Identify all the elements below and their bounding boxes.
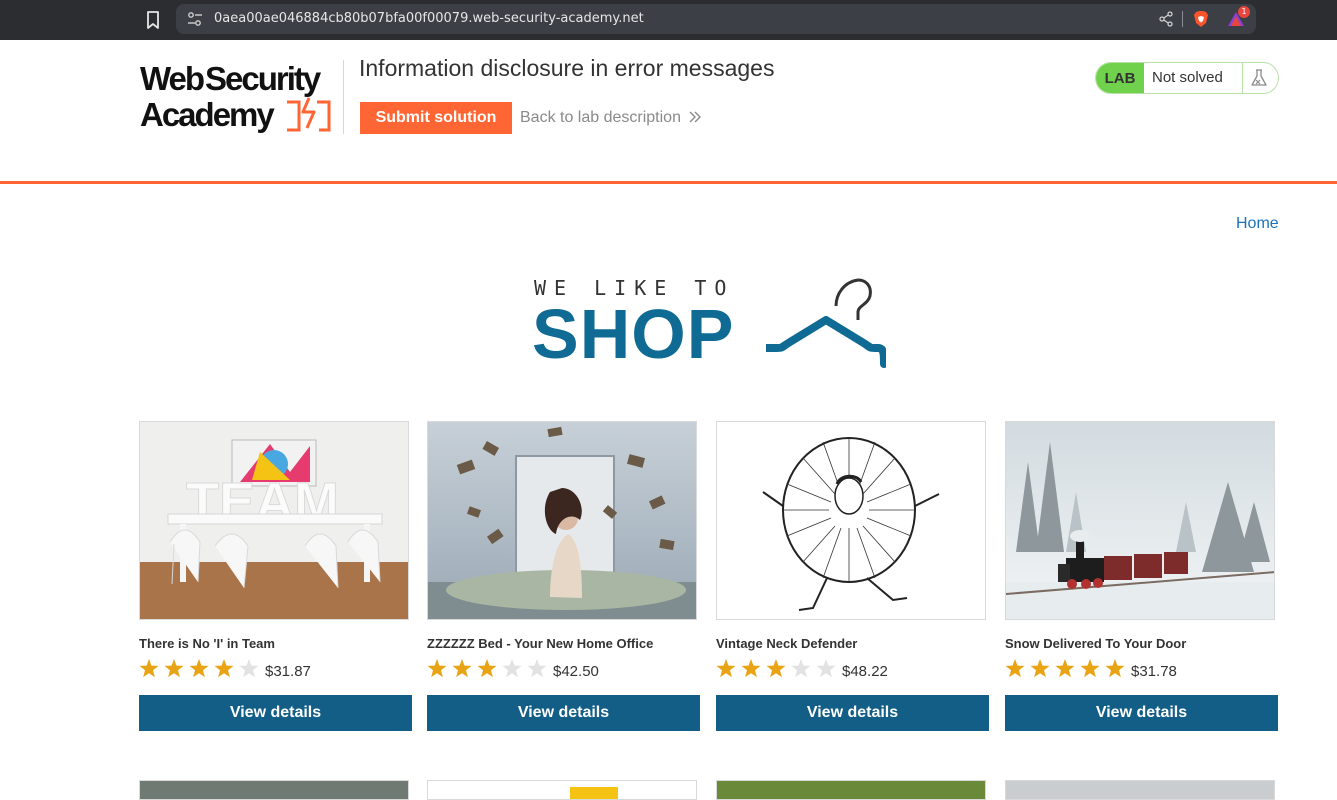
logo-divider <box>343 60 344 134</box>
url-divider <box>1182 11 1183 27</box>
star-empty-icon <box>816 659 836 678</box>
star-filled-icon <box>1055 659 1075 678</box>
product-price: $48.22 <box>842 663 888 680</box>
star-filled-icon <box>477 659 497 678</box>
star-rating <box>139 659 259 678</box>
product-image <box>427 780 697 800</box>
home-link[interactable]: Home <box>1236 215 1279 233</box>
star-rating <box>1005 659 1125 678</box>
url-text[interactable]: 0aea00ae046884cb80b07bfa00f00079.web-sec… <box>214 11 644 26</box>
share-icon[interactable] <box>1158 11 1174 27</box>
star-filled-icon <box>164 659 184 678</box>
star-filled-icon <box>427 659 447 678</box>
star-rating <box>427 659 547 678</box>
star-filled-icon <box>1005 659 1025 678</box>
lab-title: Information disclosure in error messages <box>359 55 775 81</box>
shop-banner: WE LIKE TO SHOP <box>532 276 886 373</box>
star-filled-icon <box>741 659 761 678</box>
product-image <box>716 780 986 800</box>
product-name: ZZZZZZ Bed - Your New Home Office <box>427 636 654 651</box>
star-empty-icon <box>239 659 259 678</box>
product-name: Snow Delivered To Your Door <box>1005 636 1187 651</box>
star-rating <box>716 659 836 678</box>
web-security-academy-logo[interactable]: Web Security Academy <box>139 60 341 134</box>
bookmark-icon[interactable] <box>144 10 162 30</box>
star-empty-icon <box>527 659 547 678</box>
star-filled-icon <box>1105 659 1125 678</box>
product-image <box>1005 780 1275 800</box>
product-image <box>427 421 697 620</box>
star-filled-icon <box>716 659 736 678</box>
rewards-badge: 1 <box>1238 6 1250 18</box>
star-empty-icon <box>502 659 522 678</box>
svg-text:Web: Web <box>140 60 204 97</box>
view-details-button[interactable]: View details <box>716 695 989 731</box>
product-image <box>716 421 986 620</box>
star-filled-icon <box>139 659 159 678</box>
star-filled-icon <box>214 659 234 678</box>
banner-word: SHOP <box>532 295 735 373</box>
back-to-lab-description-link[interactable]: Back to lab description <box>520 109 681 127</box>
star-filled-icon <box>452 659 472 678</box>
star-filled-icon <box>1080 659 1100 678</box>
star-filled-icon <box>1030 659 1050 678</box>
star-filled-icon <box>189 659 209 678</box>
product-price: $31.87 <box>265 663 311 680</box>
lab-status-widget[interactable]: LAB Not solved <box>1095 62 1279 94</box>
double-chevron-right-icon[interactable] <box>688 110 702 124</box>
product-name: There is No 'I' in Team <box>139 636 275 651</box>
submit-solution-button[interactable]: Submit solution <box>360 102 512 134</box>
lab-badge: LAB <box>1096 63 1144 93</box>
product-image: TEAM <box>139 421 409 620</box>
view-details-button[interactable]: View details <box>427 695 700 731</box>
product-name: Vintage Neck Defender <box>716 636 858 651</box>
product-image <box>139 780 409 800</box>
product-price: $31.78 <box>1131 663 1177 680</box>
brave-shields-icon[interactable] <box>1193 10 1209 28</box>
address-bar[interactable]: 0aea00ae046884cb80b07bfa00f00079.web-sec… <box>176 4 1256 34</box>
star-empty-icon <box>791 659 811 678</box>
header-rule <box>0 181 1337 184</box>
svg-text:Academy: Academy <box>140 96 275 133</box>
star-filled-icon <box>766 659 786 678</box>
lab-status-divider <box>1242 63 1243 93</box>
flask-icon <box>1251 69 1267 86</box>
view-details-button[interactable]: View details <box>139 695 412 731</box>
browser-toolbar: 0aea00ae046884cb80b07bfa00f00079.web-sec… <box>0 0 1337 40</box>
site-settings-icon[interactable] <box>186 10 204 28</box>
clothes-hanger-icon <box>766 278 886 368</box>
view-details-button[interactable]: View details <box>1005 695 1278 731</box>
product-price: $42.50 <box>553 663 599 680</box>
lab-status-text: Not solved <box>1152 69 1223 86</box>
product-image <box>1005 421 1275 620</box>
svg-text:Security: Security <box>205 60 322 97</box>
